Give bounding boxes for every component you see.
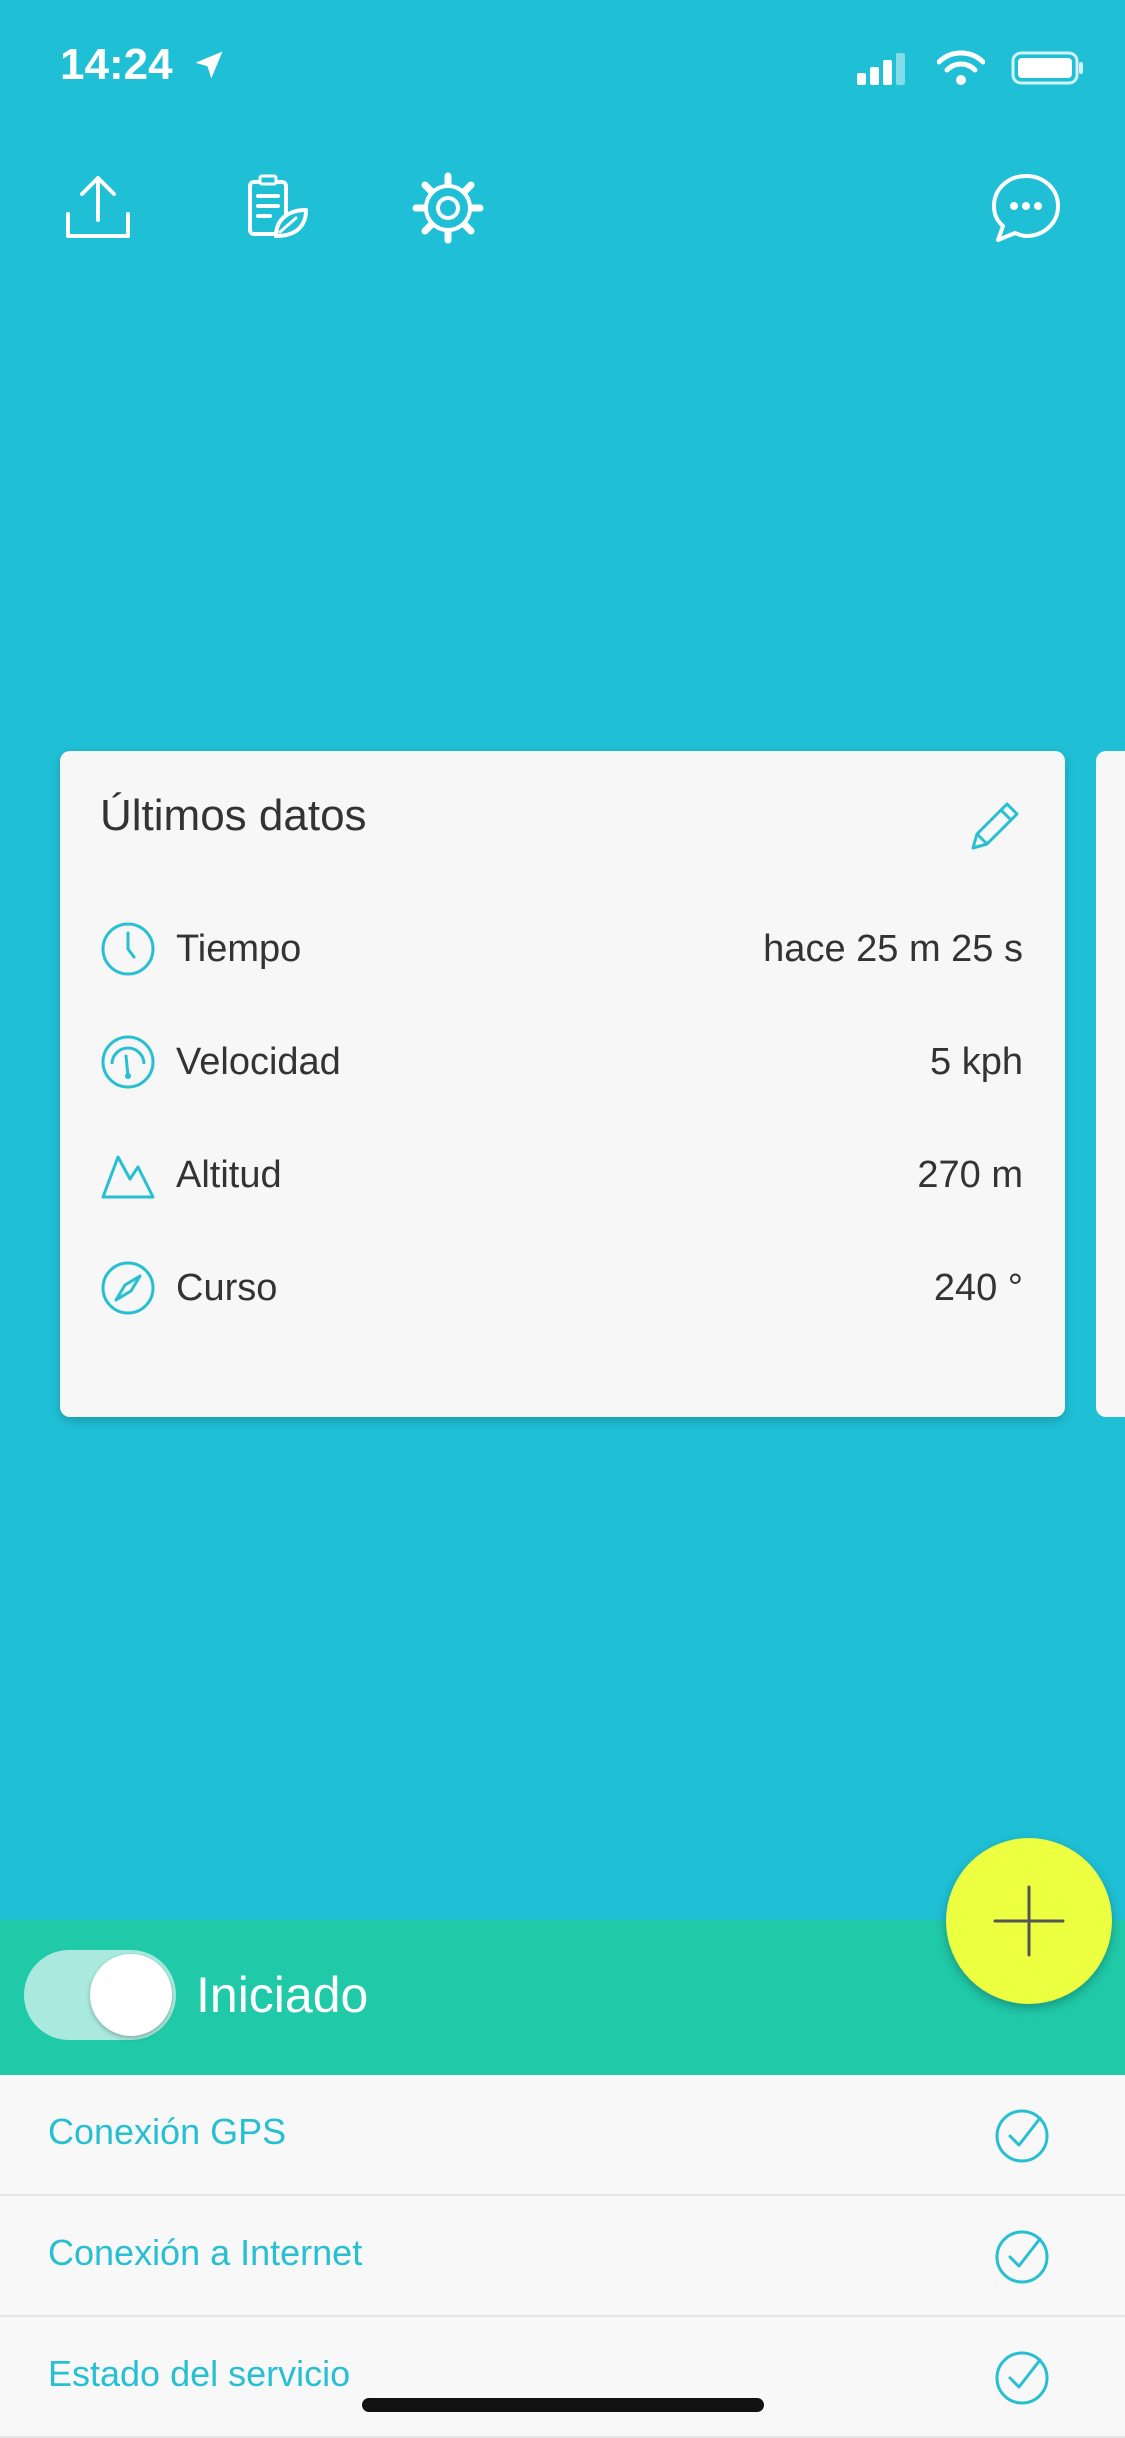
eco-document-icon — [248, 174, 308, 238]
row-value: 240 ° — [933, 1266, 1023, 1309]
check-circle-icon — [995, 2109, 1049, 2163]
clock-time: 14:24 — [60, 40, 173, 89]
gear-icon — [412, 172, 484, 244]
next-card-peek[interactable] — [1096, 751, 1125, 1417]
location-arrow-icon — [195, 51, 223, 79]
status-item-internet[interactable]: Conexión a Internet — [0, 2196, 1125, 2317]
upload-button[interactable] — [60, 170, 136, 246]
data-row-speed: Velocidad 5 kph — [100, 1032, 1023, 1092]
eco-log-button[interactable] — [236, 170, 312, 246]
edit-button[interactable] — [965, 796, 1025, 856]
home-indicator[interactable] — [362, 2398, 764, 2412]
tracking-toggle[interactable] — [24, 1950, 176, 2040]
row-value: 270 m — [917, 1153, 1023, 1196]
latest-data-card[interactable]: Últimos datos Tiempo hace 25 m 25 s Velo… — [60, 751, 1065, 1417]
chat-button[interactable] — [988, 170, 1064, 246]
speedometer-icon — [101, 1035, 155, 1089]
check-circle-icon — [995, 2351, 1049, 2405]
data-row-time: Tiempo hace 25 m 25 s — [100, 919, 1023, 979]
toggle-label: Iniciado — [196, 1967, 369, 2023]
status-label: Conexión GPS — [48, 2111, 287, 2152]
status-label: Conexión a Internet — [48, 2232, 363, 2273]
signal-icon — [857, 53, 905, 85]
toggle-knob — [90, 1954, 172, 2036]
status-indicators — [857, 50, 1085, 86]
pencil-icon — [971, 802, 1019, 850]
row-label: Tiempo — [176, 927, 302, 970]
plus-icon — [993, 1885, 1065, 1957]
chat-bubble-icon — [992, 174, 1060, 242]
status-bar: 14:24 — [0, 0, 1125, 140]
add-button[interactable] — [946, 1838, 1112, 2004]
status-list: Conexión GPS Conexión a Internet Estado … — [0, 2075, 1125, 2438]
compass-icon — [101, 1261, 155, 1315]
battery-icon — [1011, 51, 1083, 85]
data-row-altitude: Altitud 270 m — [100, 1145, 1023, 1205]
clock-icon — [101, 922, 155, 976]
check-circle-icon — [995, 2230, 1049, 2284]
row-label: Curso — [176, 1266, 278, 1309]
row-value: hace 25 m 25 s — [763, 927, 1023, 970]
status-label: Estado del servicio — [48, 2353, 351, 2394]
status-item-gps[interactable]: Conexión GPS — [0, 2075, 1125, 2196]
card-title: Últimos datos — [100, 791, 367, 840]
mountain-icon — [101, 1155, 155, 1199]
data-row-course: Curso 240 ° — [100, 1258, 1023, 1318]
status-item-service[interactable]: Estado del servicio — [0, 2317, 1125, 2438]
settings-button[interactable] — [410, 170, 486, 246]
upload-icon — [66, 176, 130, 238]
row-label: Altitud — [176, 1153, 282, 1196]
wifi-icon — [937, 50, 985, 85]
status-time: 14:24 — [60, 40, 227, 90]
row-value: 5 kph — [930, 1040, 1023, 1083]
row-label: Velocidad — [176, 1040, 341, 1083]
